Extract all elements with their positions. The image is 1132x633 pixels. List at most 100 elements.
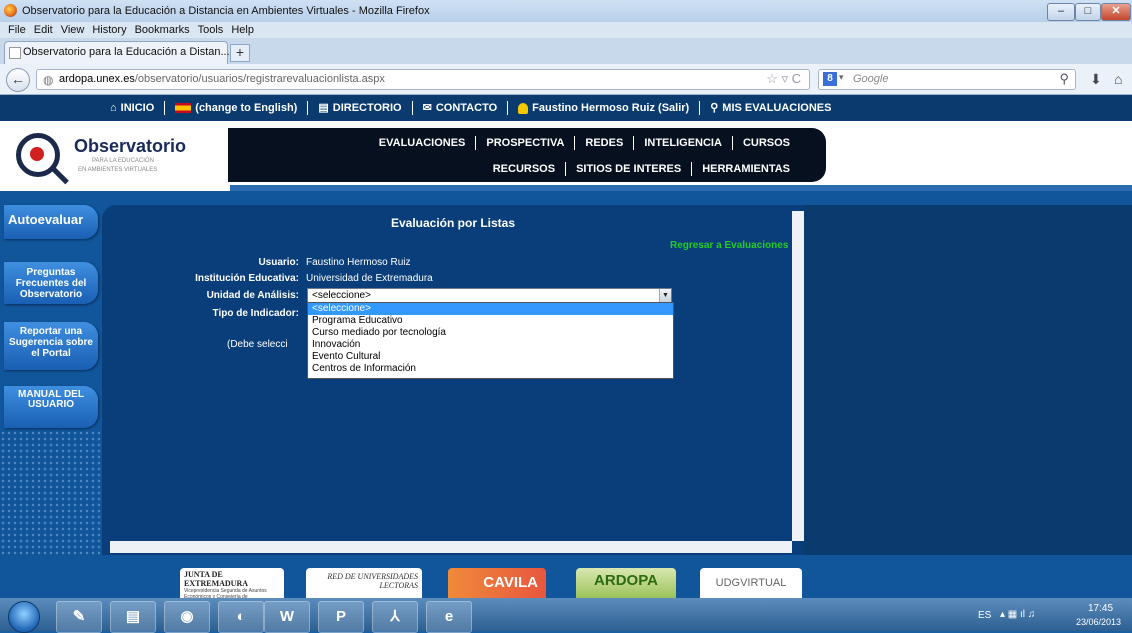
vertical-scrollbar[interactable] [792,211,804,541]
unidad-select-value: <seleccione> [312,290,371,301]
nav-contacto[interactable]: ✉ CONTACTO [413,101,509,115]
logo-ardopa[interactable]: ARDOPA [576,568,676,598]
taskbar-app-explorer[interactable]: ▤ [110,601,156,633]
maximize-button[interactable]: □ [1075,3,1101,21]
mail-icon: ✉ [422,102,432,114]
clock-time[interactable]: 17:45 [1088,603,1113,614]
search-box[interactable]: 8 ▾ Google ⚲ [818,69,1076,90]
top-navigation: ⌂ INICIO (change to English) ▤ DIRECTORIO … [0,95,1132,121]
globe-icon: ◍ [43,73,54,87]
taskbar-app-paint[interactable]: ✎ [56,601,102,633]
start-button[interactable] [8,601,40,633]
close-button[interactable]: ✕ [1101,3,1131,21]
logo-udgvirtual[interactable]: UDGVIRTUAL [700,568,802,598]
search-icon: ⚲ [710,102,719,114]
menu-file[interactable]: File [8,22,26,38]
logo-title: Observatorio [74,136,187,156]
menu-evaluaciones[interactable]: EVALUACIONES [369,136,477,150]
menu-sitios-de-interes[interactable]: SITIOS DE INTERES [566,162,693,176]
sidebar-reportar-sugerencia[interactable]: Reportar una Sugerencia sobre el Portal [4,322,98,370]
menu-bar: File Edit View History Bookmarks Tools Help [0,22,1132,38]
menu-herramientas[interactable]: HERRAMIENTAS [692,162,800,176]
sidebar-decoration [0,430,100,560]
clock-date[interactable]: 23/06/2013 [1076,617,1121,627]
site-logo[interactable]: Observatorio PARA LA EDUCACIÓN EN AMBIEN… [0,121,230,191]
nav-change-english[interactable]: (change to English) [165,101,309,115]
option-programa-educativo[interactable]: Programa Educativo [308,315,673,327]
option-innovacion[interactable]: Innovación [308,339,673,351]
taskbar-app-media[interactable]: ◉ [164,601,210,633]
menu-cursos[interactable]: CURSOS [733,136,800,150]
logo-handle-icon [51,166,69,185]
menu-prospectiva[interactable]: PROSPECTIVA [476,136,576,150]
new-tab-button[interactable]: + [230,44,250,62]
download-icon[interactable]: ⬇ [1090,71,1102,88]
menu-history[interactable]: History [92,22,126,38]
google-icon[interactable]: 8 [823,72,837,86]
sidebar-manual-usuario[interactable]: MANUAL DEL USUARIO [4,386,98,428]
menu-recursos[interactable]: RECURSOS [483,162,567,176]
menu-help[interactable]: Help [231,22,254,38]
chevron-down-icon[interactable]: ▼ [659,289,671,302]
bookmark-star-icon[interactable]: ☆ ▿ C [766,71,801,87]
menu-redes[interactable]: REDES [575,136,635,150]
nav-mis-evaluaciones[interactable]: ⚲ MIS EVALUACIONES [700,101,841,115]
minimize-button[interactable]: – [1047,3,1075,21]
nav-directorio[interactable]: ▤ DIRECTORIO [308,101,413,115]
book-icon: ▤ [318,102,329,114]
page-title: Evaluación por Listas [390,216,516,230]
unidad-select[interactable]: <seleccione> ▼ [307,288,672,303]
sidebar-autoevaluar[interactable]: Autoevaluar [4,205,98,239]
spain-flag-icon [175,103,192,113]
search-icon[interactable]: ⚲ [1059,71,1069,87]
option-evento-cultural[interactable]: Evento Cultural [308,351,673,363]
home-icon: ⌂ [110,102,117,114]
nav-inicio[interactable]: ⌂ INICIO [100,101,166,115]
option-centros-informacion[interactable]: Centros de Información [308,363,673,375]
logo-junta-extremadura[interactable]: JUNTA DE EXTREMADURA Vicepresidencia Seg… [180,568,284,598]
browser-tab[interactable]: Observatorio para la Educación a Distan.… [4,41,230,64]
taskbar-app-powerpoint[interactable]: P [318,601,364,633]
taskbar-app-word[interactable]: W [264,601,310,633]
tray-icons[interactable]: ▴ ▦ ıl ♫ [1000,609,1035,620]
taskbar-app-ie[interactable]: e [426,601,472,633]
url-text: ardopa.unex.es/observatorio/usuarios/reg… [59,73,385,85]
unidad-dropdown-list: <seleccione> Programa Educativo Curso me… [307,302,674,379]
language-indicator[interactable]: ES [978,610,991,621]
menu-edit[interactable]: Edit [34,22,53,38]
unidad-label: Unidad de Análisis: [206,290,299,301]
main-menu: EVALUACIONES PROSPECTIVA REDES INTELIGEN… [228,128,826,182]
firefox-icon [4,4,17,17]
logo-red-universidades[interactable]: RED DE UNIVERSIDADES LECTORAS [306,568,422,598]
nav-user[interactable]: Faustino Hermoso Ruiz (Salir) [508,101,701,115]
menu-inteligencia[interactable]: INTELIGENCIA [634,136,733,150]
horizontal-scrollbar[interactable] [110,541,792,553]
header-right [826,121,1132,185]
menu-view[interactable]: View [61,22,85,38]
usuario-label: Usuario: [258,257,299,268]
user-icon [518,102,529,114]
window-title: Observatorio para la Educación a Distanc… [22,5,430,17]
back-button[interactable]: ← [6,68,30,92]
content-panel: Evaluación por Listas Regresar a Evaluac… [102,205,804,555]
menu-tools[interactable]: Tools [198,22,224,38]
home-icon[interactable]: ⌂ [1114,71,1122,87]
option-seleccione[interactable]: <seleccione> [308,303,673,315]
option-curso-mediado[interactable]: Curso mediado por tecnología [308,327,673,339]
footer [0,555,1132,598]
hint-text: (Debe selecci [227,339,288,350]
taskbar-app-firefox[interactable]: ◐ [218,601,264,633]
usuario-value: Faustino Hermoso Ruiz [306,257,411,268]
taskbar-app-acrobat[interactable]: ⅄ [372,601,418,633]
menu-bookmarks[interactable]: Bookmarks [135,22,190,38]
url-bar[interactable]: ◍ ardopa.unex.es/observatorio/usuarios/r… [36,69,810,90]
sidebar-preguntas-frecuentes[interactable]: Preguntas Frecuentes del Observatorio [4,262,98,304]
logo-subtitle-1: PARA LA EDUCACIÓN [92,158,154,164]
institucion-label: Institución Educativa: [195,273,299,284]
right-panel [804,205,1132,555]
page-icon [9,47,21,59]
back-to-evaluaciones-link[interactable]: Regresar a Evaluaciones [670,240,788,251]
tipo-indicador-label: Tipo de Indicador: [212,308,299,319]
logo-cavila[interactable]: CAVILA [448,568,546,598]
search-placeholder: Google [853,73,889,85]
